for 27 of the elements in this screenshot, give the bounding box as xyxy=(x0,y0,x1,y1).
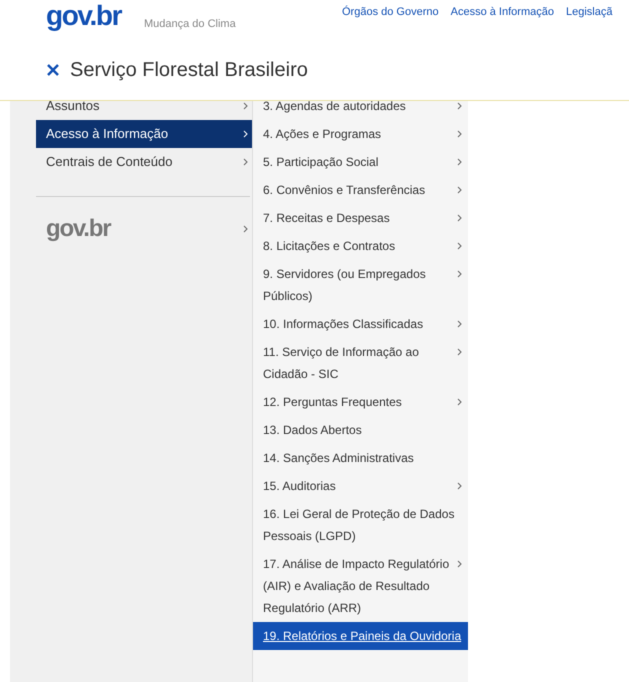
submenu-item[interactable]: 15. Auditorias xyxy=(253,472,468,500)
submenu-item[interactable]: 17. Análise de Impacto Regulatório (AIR) e Avaliação de Resultado Regulatório (ARR) xyxy=(253,550,468,622)
site-subtitle: Mudança do Clima xyxy=(144,17,236,32)
submenu-item[interactable]: 5. Participação Social xyxy=(253,148,468,176)
menu-item[interactable]: Assuntos xyxy=(36,101,252,120)
submenu-item[interactable]: 16. Lei Geral de Proteção de Dados Pessoais (LGPD) xyxy=(253,500,468,550)
menu-item[interactable]: Acesso à Informação xyxy=(36,120,252,148)
nav-link[interactable]: Legislaçã xyxy=(566,4,612,20)
submenu-item[interactable]: 10. Informações Classificadas xyxy=(253,310,468,338)
close-icon[interactable] xyxy=(46,63,60,77)
submenu-item[interactable]: 11. Serviço de Informação ao Cidadão - SIC xyxy=(253,338,468,388)
submenu-item[interactable]: 13. Dados Abertos xyxy=(253,416,468,444)
nav-link[interactable]: Órgãos do Governo xyxy=(342,4,439,20)
submenu-item[interactable]: 4. Ações e Programas xyxy=(253,120,468,148)
submenu-item[interactable]: 12. Perguntas Frequentes xyxy=(253,388,468,416)
nav-link[interactable]: Acesso à Informação xyxy=(450,4,554,20)
gov-br-logo[interactable]: gov.br xyxy=(36,211,110,247)
menu-item[interactable]: Centrais de Conteúdo xyxy=(36,148,252,176)
submenu-item[interactable]: 9. Servidores (ou Empregados Públicos) xyxy=(253,260,468,310)
gov-br-logo[interactable]: gov.br xyxy=(46,2,122,30)
submenu-item[interactable]: 8. Licitações e Contratos xyxy=(253,232,468,260)
page-title: Serviço Florestal Brasileiro xyxy=(70,58,308,83)
submenu-item[interactable]: 7. Receitas e Despesas xyxy=(253,204,468,232)
submenu-item[interactable]: 19. Relatórios e Paineis da Ouvidoria xyxy=(253,622,468,650)
submenu-item[interactable]: 6. Convênios e Transferências xyxy=(253,176,468,204)
submenu-item[interactable]: 3. Agendas de autoridades xyxy=(253,101,468,120)
submenu-item[interactable]: 14. Sanções Administrativas xyxy=(253,444,468,472)
